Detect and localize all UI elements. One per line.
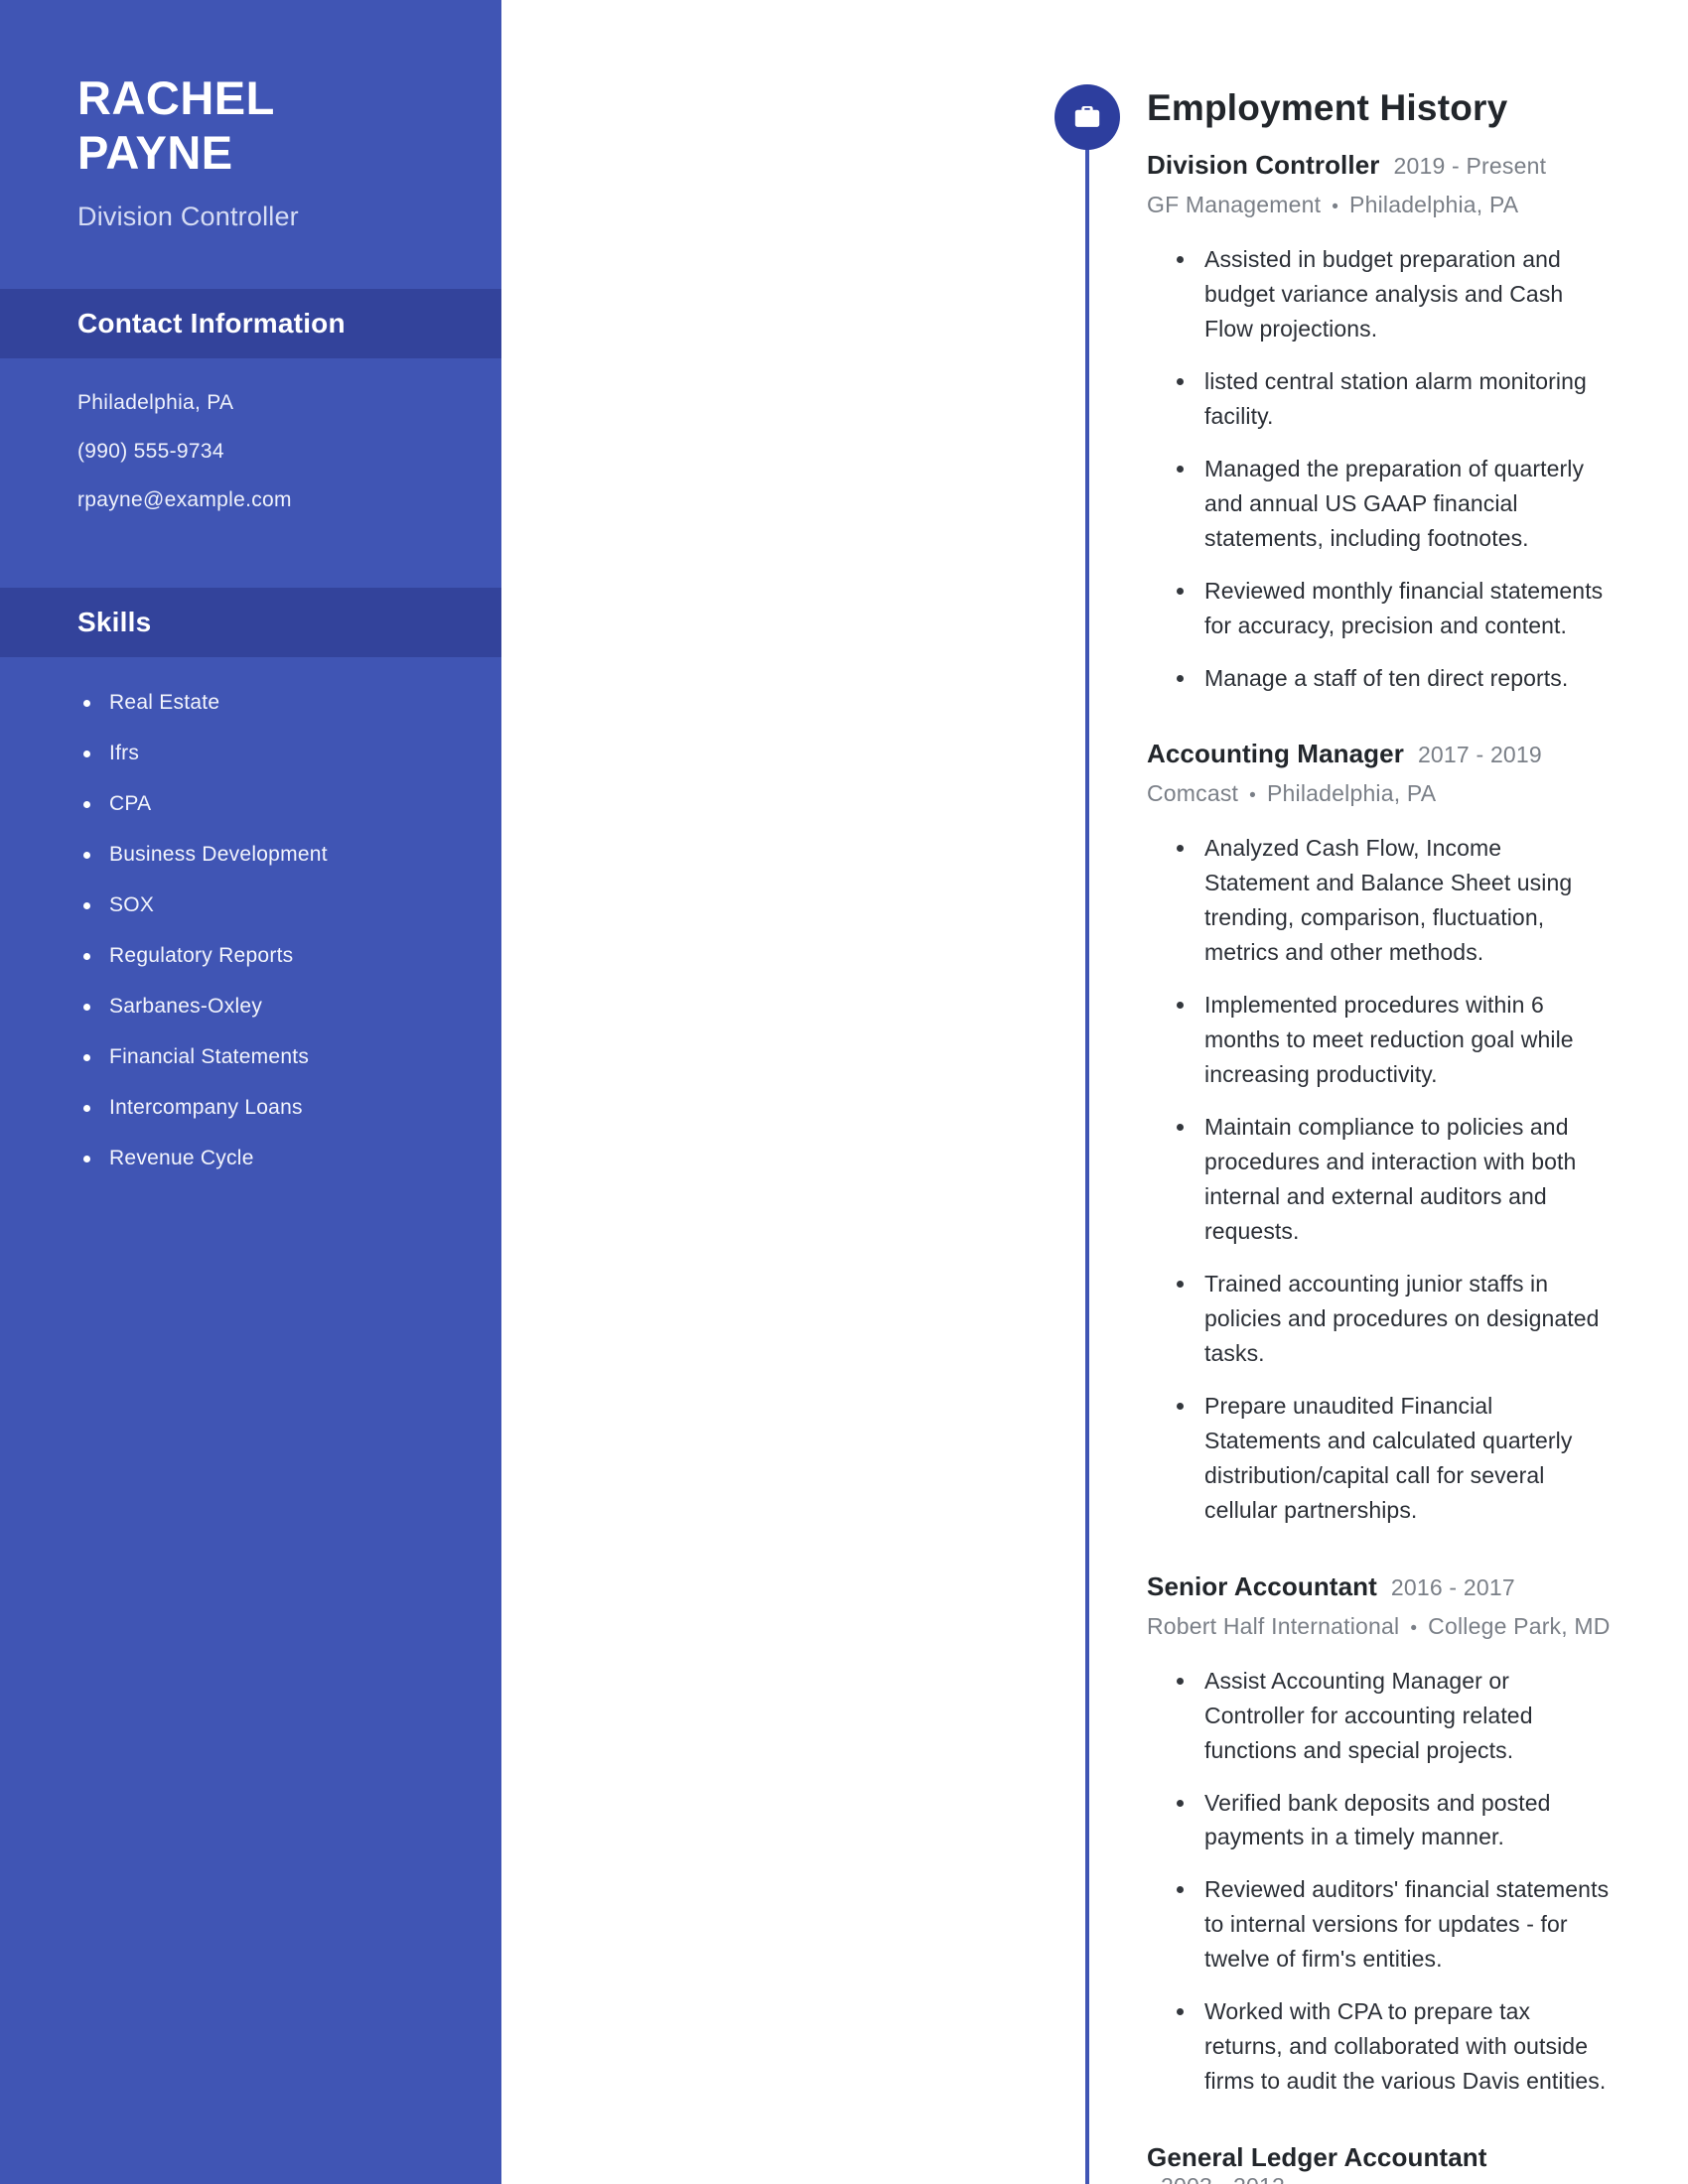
list-item: Managed the preparation of quarterly and… xyxy=(1173,452,1613,556)
list-item: Intercompany Loans xyxy=(77,1096,424,1120)
separator-dot: • xyxy=(1332,197,1339,217)
job-bullets: Assisted in budget preparation and budge… xyxy=(1147,242,1613,695)
skills-heading: Skills xyxy=(77,607,152,638)
list-item: Reviewed auditors' financial statements … xyxy=(1173,1872,1613,1977)
list-item: Manage a staff of ten direct reports. xyxy=(1173,661,1613,696)
first-name: RACHEL xyxy=(77,71,275,124)
job-header: Senior Accountant 2016 - 2017 xyxy=(1147,1571,1613,1602)
contact-phone: (990) 555-9734 xyxy=(77,440,224,464)
list-item: Revenue Cycle xyxy=(77,1147,424,1170)
job-role: General Ledger Accountant xyxy=(1147,2142,1487,2173)
contact-information-heading-band: Contact Information xyxy=(0,289,501,359)
job-role: Accounting Manager xyxy=(1147,739,1404,769)
list-item: Assist Accounting Manager or Controller … xyxy=(1173,1664,1613,1768)
sidebar: RACHEL PAYNE Division Controller Contact… xyxy=(0,0,501,2184)
job-entry: Senior Accountant 2016 - 2017 Robert Hal… xyxy=(1147,1571,1613,2099)
list-item: Implemented procedures within 6 months t… xyxy=(1173,988,1613,1092)
job-meta: GF Management • Philadelphia, PA xyxy=(1147,192,1613,218)
list-item: Sarbanes-Oxley xyxy=(77,995,424,1019)
job-entry: General Ledger Accountant 2003 - 2012 Ma… xyxy=(1147,2142,1613,2184)
job-meta: Comcast • Philadelphia, PA xyxy=(1147,780,1613,807)
job-company: Comcast xyxy=(1147,780,1239,807)
job-entry: Division Controller 2019 - Present GF Ma… xyxy=(1147,150,1613,695)
skills-list: Real Estate Ifrs CPA Business Developmen… xyxy=(0,657,501,1237)
job-entry: Accounting Manager 2017 - 2019 Comcast • P… xyxy=(1147,739,1613,1527)
briefcase-icon xyxy=(1055,84,1120,150)
list-item: Verified bank deposits and posted paymen… xyxy=(1173,1786,1613,1855)
job-header: Accounting Manager 2017 - 2019 xyxy=(1147,739,1613,769)
list-item: Business Development xyxy=(77,843,424,867)
job-location: College Park, MD xyxy=(1428,1612,1611,1639)
job-meta: Robert Half International • College Park, … xyxy=(1147,1613,1613,1640)
contact-location: Philadelphia, PA xyxy=(77,391,234,415)
job-dates: 2017 - 2019 xyxy=(1417,742,1542,768)
job-bullets: Assist Accounting Manager or Controller … xyxy=(1147,1664,1613,2099)
list-item: Prepare unaudited Financial Statements a… xyxy=(1173,1389,1613,1528)
list-item: Trained accounting junior staffs in poli… xyxy=(1173,1267,1613,1371)
last-name: PAYNE xyxy=(77,125,233,179)
job-role: Division Controller xyxy=(1147,150,1380,180)
separator-dot: • xyxy=(1249,785,1257,807)
job-dates: 2019 - Present xyxy=(1393,153,1547,179)
list-item: Real Estate xyxy=(77,691,424,715)
list-item: Financial Statements xyxy=(77,1045,424,1069)
job-dates: 2016 - 2017 xyxy=(1390,1573,1515,1600)
contact-list: Philadelphia, PA (990) 555-9734 rpayne@e… xyxy=(0,358,501,548)
contact-information-heading: Contact Information xyxy=(77,308,346,340)
list-item: listed central station alarm monitoring … xyxy=(1173,364,1613,434)
job-bullets: Analyzed Cash Flow, Income Statement and… xyxy=(1147,831,1613,1527)
page-title: Employment History xyxy=(1147,87,1508,128)
job-company: Robert Half International xyxy=(1147,1612,1400,1639)
skills-heading-band: Skills xyxy=(0,588,501,658)
timeline-rail xyxy=(1085,117,1089,2184)
list-item: Worked with CPA to prepare tax returns, … xyxy=(1173,1994,1613,2099)
job-dates: 2003 - 2012 xyxy=(1161,2173,1285,2184)
job-role: Senior Accountant xyxy=(1147,1570,1377,1601)
job-header: General Ledger Accountant 2003 - 2012 xyxy=(1147,2142,1613,2184)
list-item: Regulatory Reports xyxy=(77,944,424,968)
resume-page: RACHEL PAYNE Division Controller Contact… xyxy=(0,0,1688,2184)
list-item: Assisted in budget preparation and budge… xyxy=(1173,242,1613,346)
identity-block: RACHEL PAYNE Division Controller xyxy=(0,0,501,232)
list-item: Maintain compliance to policies and proc… xyxy=(1173,1110,1613,1249)
job-header: Division Controller 2019 - Present xyxy=(1147,150,1613,181)
job-location: Philadelphia, PA xyxy=(1349,192,1519,217)
list-item: Reviewed monthly financial statements fo… xyxy=(1173,574,1613,643)
job-location: Philadelphia, PA xyxy=(1267,780,1437,807)
list-item: Ifrs xyxy=(77,742,424,765)
list-item: CPA xyxy=(77,792,424,816)
main-content: Employment History Division Controller 2… xyxy=(501,0,1688,2184)
separator-dot: • xyxy=(1410,1617,1418,1639)
list-item: Analyzed Cash Flow, Income Statement and… xyxy=(1173,831,1613,970)
job-company: GF Management xyxy=(1147,192,1322,217)
headline-job-title: Division Controller xyxy=(77,202,299,232)
employment-section: Employment History Division Controller 2… xyxy=(1147,0,1688,2184)
list-item: SOX xyxy=(77,893,424,917)
contact-email: rpayne@example.com xyxy=(77,488,292,512)
